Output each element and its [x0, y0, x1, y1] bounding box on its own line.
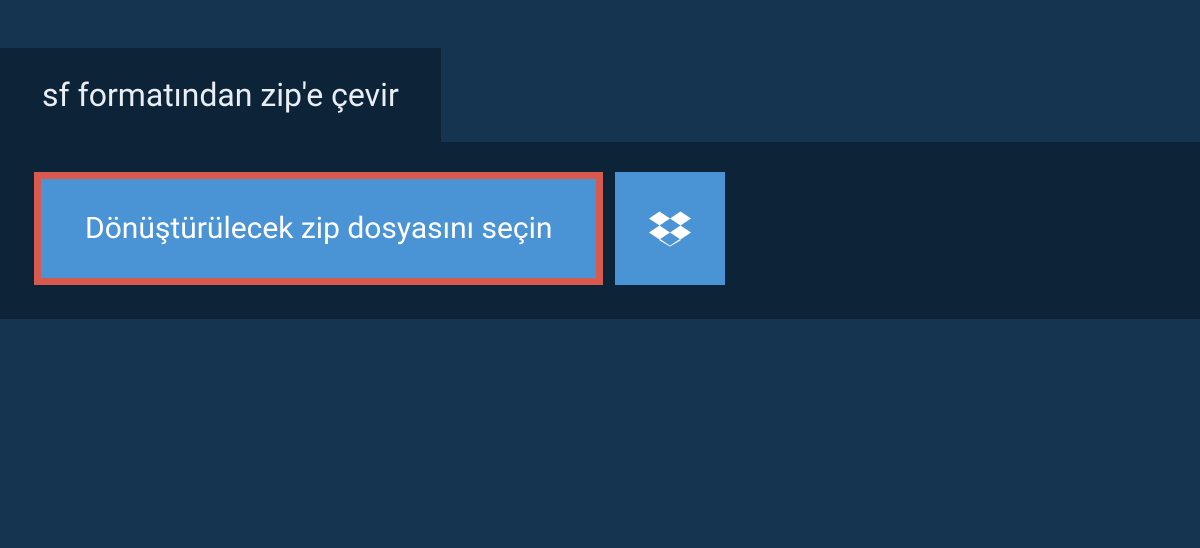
button-row: Dönüştürülecek zip dosyasını seçin	[34, 172, 1166, 285]
tab-label: sf formatından zip'e çevir	[42, 76, 399, 114]
tab-convert[interactable]: sf formatından zip'e çevir	[0, 48, 441, 142]
dropbox-button[interactable]	[615, 172, 725, 285]
tab-container: sf formatından zip'e çevir Dönüştürülece…	[0, 48, 1200, 319]
select-file-label: Dönüştürülecek zip dosyasını seçin	[85, 211, 552, 246]
conversion-panel: Dönüştürülecek zip dosyasını seçin	[0, 142, 1200, 319]
select-file-button[interactable]: Dönüştürülecek zip dosyasını seçin	[34, 172, 603, 285]
dropbox-icon	[649, 208, 691, 250]
